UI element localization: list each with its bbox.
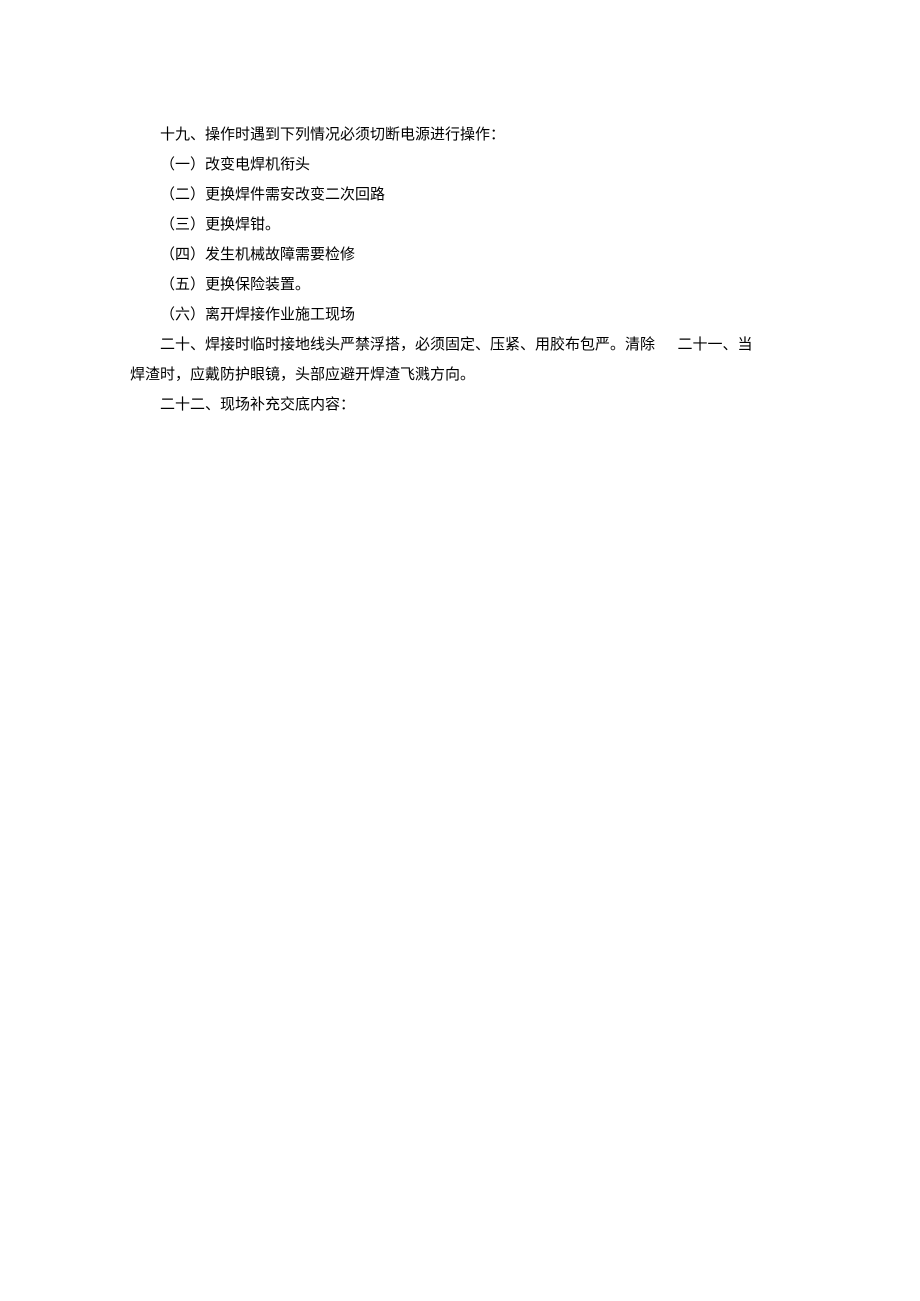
paragraph-21-start: 二十一、当: [678, 337, 753, 353]
item-19-3: （三）更换焊钳。: [130, 210, 790, 240]
item-19-6: （六）离开焊接作业施工现场: [130, 300, 790, 330]
paragraph-20-part1: 二十、焊接时临时接地线头严禁浮搭，必须固定、压紧、用胶布包严。清除: [160, 337, 655, 353]
paragraph-19: 十九、操作时遇到下列情况必须切断电源进行操作：: [130, 120, 790, 150]
item-19-5: （五）更换保险装置。: [130, 270, 790, 300]
paragraph-20: 二十、焊接时临时接地线头严禁浮搭，必须固定、压紧、用胶布包严。清除 二十一、当: [130, 330, 790, 360]
paragraph-20-continuation: 焊渣时，应戴防护眼镜，头部应避开焊渣飞溅方向。: [130, 360, 790, 390]
item-19-2: （二）更换焊件需安改变二次回路: [130, 180, 790, 210]
document-content: 十九、操作时遇到下列情况必须切断电源进行操作： （一）改变电焊机衔头 （二）更换…: [130, 120, 790, 420]
paragraph-22: 二十二、现场补充交底内容：: [130, 390, 790, 420]
item-19-4: （四）发生机械故障需要检修: [130, 240, 790, 270]
item-19-1: （一）改变电焊机衔头: [130, 150, 790, 180]
